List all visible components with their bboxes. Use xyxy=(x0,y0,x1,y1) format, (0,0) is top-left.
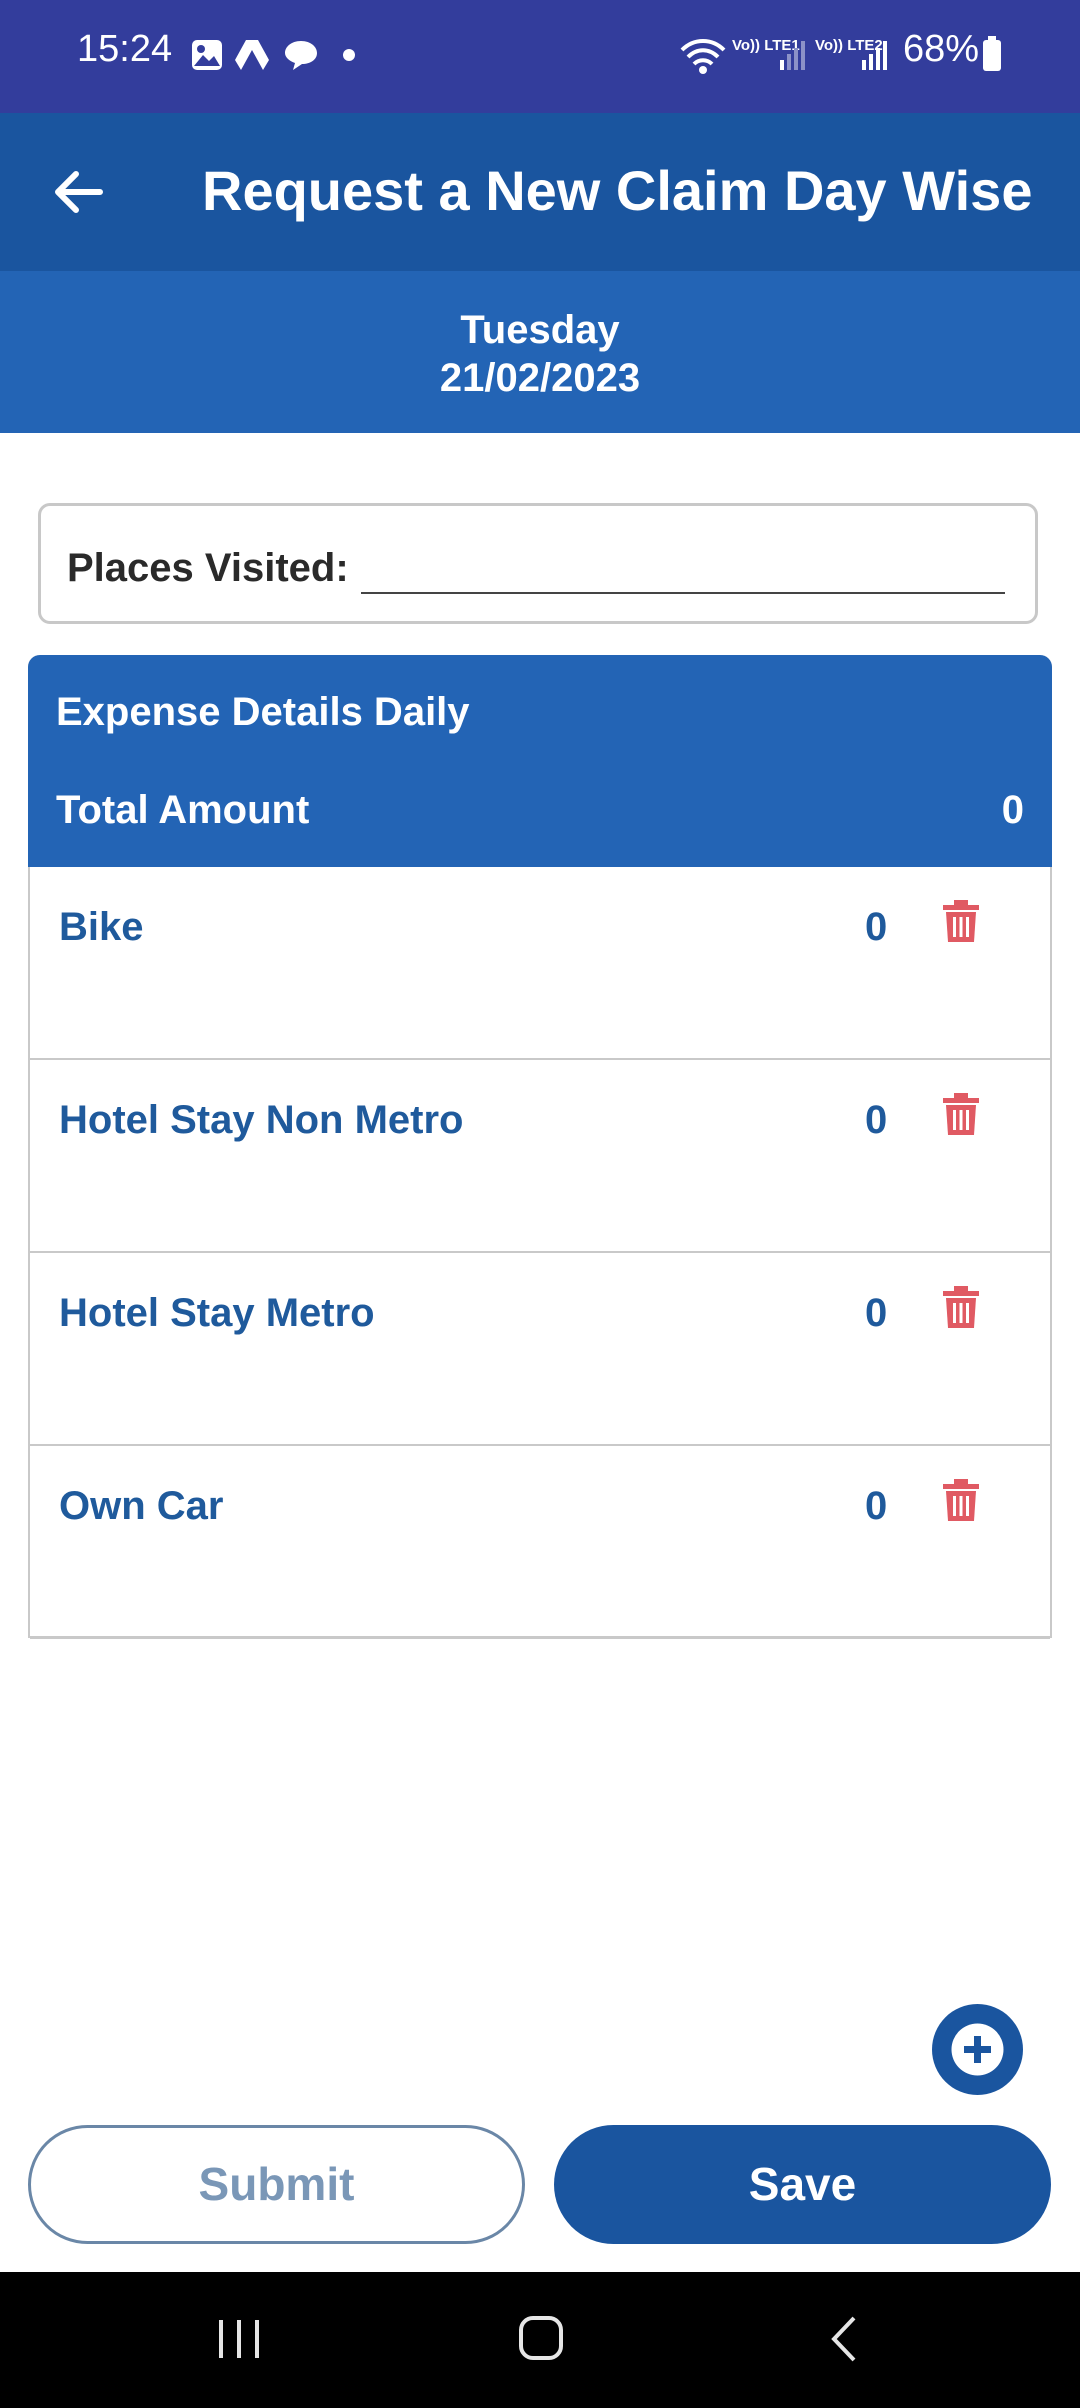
submit-button[interactable]: Submit xyxy=(28,2125,525,2244)
expense-item-name: Hotel Stay Metro xyxy=(59,1291,375,1335)
lte2-signal-icon xyxy=(862,41,887,70)
delete-icon[interactable] xyxy=(942,1092,980,1136)
expense-heading: Expense Details Daily xyxy=(56,690,470,734)
places-visited-card: Places Visited: xyxy=(38,503,1038,624)
delete-icon[interactable] xyxy=(942,1285,980,1329)
expense-item-amount: 0 xyxy=(865,1291,888,1335)
expense-item-name: Bike xyxy=(59,905,144,949)
places-visited-label: Places Visited: xyxy=(67,546,349,590)
expense-item-hotel-non-metro[interactable]: Hotel Stay Non Metro 0 xyxy=(30,1060,1050,1253)
lte1-signal-icon xyxy=(780,41,805,70)
back-icon[interactable] xyxy=(826,2314,860,2364)
expense-item-own-car[interactable]: Own Car 0 xyxy=(30,1446,1050,1639)
delete-icon[interactable] xyxy=(942,899,980,943)
recents-icon[interactable] xyxy=(217,2316,261,2362)
dot-icon xyxy=(343,49,355,61)
chat-icon xyxy=(285,41,317,70)
expense-item-name: Hotel Stay Non Metro xyxy=(59,1098,464,1142)
total-amount-label: Total Amount xyxy=(56,788,310,832)
battery-percent: 68% xyxy=(903,28,980,70)
back-arrow-icon[interactable] xyxy=(52,168,104,216)
places-visited-underline xyxy=(361,592,1005,594)
total-amount-value: 0 xyxy=(1001,788,1024,832)
status-time: 15:24 xyxy=(77,28,173,70)
expense-item-amount: 0 xyxy=(865,905,888,949)
date-label: 21/02/2023 xyxy=(439,356,641,400)
day-label: Tuesday xyxy=(460,308,620,352)
expense-item-hotel-metro[interactable]: Hotel Stay Metro 0 xyxy=(30,1253,1050,1446)
expense-panel-header: Expense Details Daily Total Amount 0 xyxy=(28,655,1052,867)
page-title: Request a New Claim Day Wise xyxy=(202,159,1033,222)
home-icon[interactable] xyxy=(517,2314,565,2362)
system-nav-bar xyxy=(0,2272,1080,2408)
delete-icon[interactable] xyxy=(942,1478,980,1522)
save-button[interactable]: Save xyxy=(554,2125,1051,2244)
expense-item-amount: 0 xyxy=(865,1098,888,1142)
plus-icon xyxy=(951,2023,1004,2076)
date-header: Tuesday 21/02/2023 xyxy=(0,271,1080,433)
battery-icon xyxy=(983,36,1001,71)
drive-icon xyxy=(235,40,269,70)
status-bar: 15:24 Vo)) LTE1 Vo)) LTE2 68% xyxy=(0,0,1080,113)
app-bar: Request a New Claim Day Wise xyxy=(0,113,1080,271)
wifi-icon xyxy=(680,39,726,74)
image-icon xyxy=(192,40,222,70)
expense-item-name: Own Car xyxy=(59,1484,224,1528)
expense-item-bike[interactable]: Bike 0 xyxy=(30,867,1050,1060)
places-visited-input[interactable] xyxy=(361,542,1005,588)
add-expense-button[interactable] xyxy=(932,2004,1023,2095)
expense-item-amount: 0 xyxy=(865,1484,888,1528)
